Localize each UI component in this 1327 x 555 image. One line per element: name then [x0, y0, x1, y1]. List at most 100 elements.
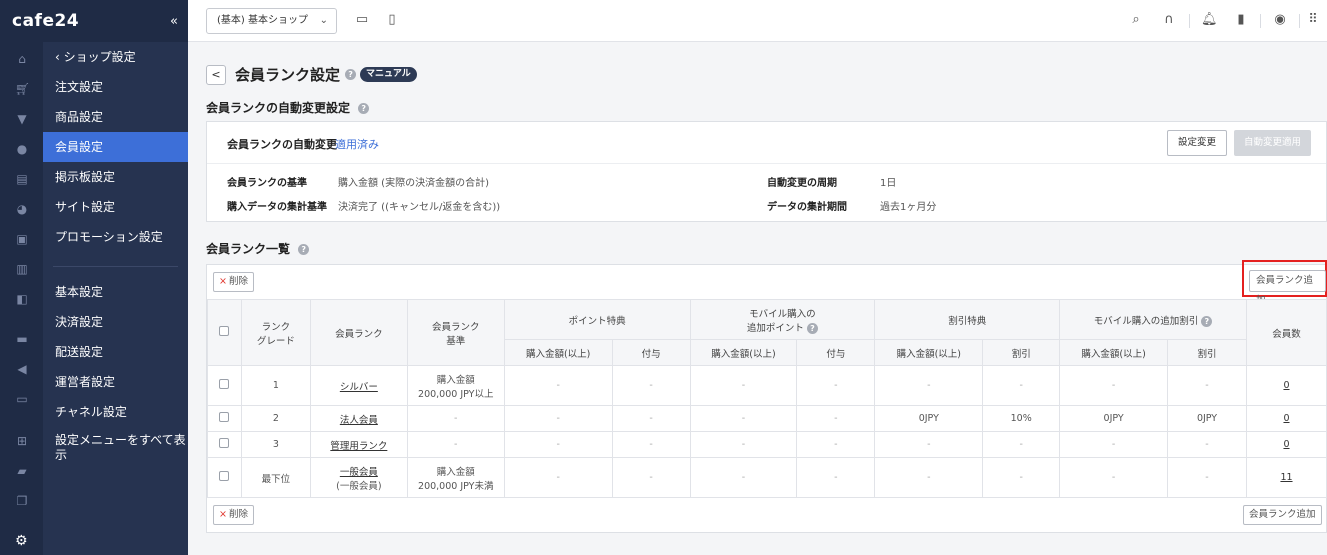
- megaphone-icon[interactable]: ◀: [15, 363, 29, 375]
- bookmark-icon[interactable]: ▮: [1234, 13, 1248, 27]
- search-icon[interactable]: ⌕: [1129, 13, 1143, 27]
- header-rank-name: 会員ランク: [309, 299, 408, 366]
- settings-menu: ‹ ショップ設定 注文設定 商品設定 会員設定 掲示板設定 サイト設定 プロモー…: [43, 42, 188, 471]
- store-icon[interactable]: ▭: [15, 393, 29, 405]
- shop-select[interactable]: (基本) 基本ショップ ⌄: [206, 8, 337, 34]
- cafe24-logo[interactable]: cafe24: [12, 11, 79, 31]
- copy-icon[interactable]: ❐: [15, 495, 29, 507]
- board-icon[interactable]: ▤: [15, 173, 29, 185]
- sidebar-item-promotion[interactable]: プロモーション設定: [43, 222, 188, 252]
- auto-apply-button[interactable]: 自動変更適用: [1234, 130, 1311, 156]
- cycle-value-text: 1日: [880, 178, 897, 189]
- cell: 10%: [982, 405, 1061, 432]
- sidebar-item-operator[interactable]: 運営者設定: [43, 367, 188, 397]
- cart-icon[interactable]: 🛒︎: [15, 83, 30, 95]
- member-count-link[interactable]: 11: [1280, 472, 1292, 483]
- help-icon[interactable]: ?: [298, 244, 310, 255]
- desktop-icon[interactable]: ▭: [355, 13, 369, 27]
- shirt-icon[interactable]: ▼: [15, 113, 29, 125]
- mobile-icon[interactable]: ▯: [385, 13, 399, 27]
- help-icon[interactable]: ?: [806, 322, 818, 334]
- help-icon[interactable]: ?: [345, 69, 357, 80]
- sidebar-item-site[interactable]: サイト設定: [43, 192, 188, 222]
- checkbox[interactable]: [219, 471, 230, 481]
- palette-icon[interactable]: ◕: [15, 203, 29, 215]
- chevron-down-icon: ⌄: [319, 15, 328, 26]
- headset-icon[interactable]: ∩: [1162, 13, 1176, 27]
- ad-icon[interactable]: ▣: [15, 233, 29, 245]
- checkbox[interactable]: [219, 326, 230, 336]
- manual-badge[interactable]: マニュアル: [360, 67, 417, 82]
- row-checkbox-cell[interactable]: [207, 431, 242, 458]
- checkbox[interactable]: [219, 412, 230, 422]
- member-count-link[interactable]: 0: [1283, 439, 1289, 450]
- sidebar-item-order[interactable]: 注文設定: [43, 72, 188, 102]
- chart-icon[interactable]: ▥: [15, 263, 29, 275]
- rank-name-link[interactable]: シルバー: [340, 382, 378, 393]
- home-icon[interactable]: ⌂: [15, 53, 29, 65]
- bag-icon[interactable]: ▬: [15, 333, 29, 345]
- setting-change-button[interactable]: 設定変更: [1167, 130, 1227, 156]
- top-bar: (基本) 基本ショップ ⌄ ▭ ▯ ⌕ ∩ 🔔︎ ▮ ◉ ⠿: [188, 0, 1327, 42]
- cell-grade: 3: [240, 431, 311, 458]
- help-icon[interactable]: ?: [1201, 315, 1213, 327]
- back-button[interactable]: <: [206, 64, 226, 85]
- sidebar-item-shipping[interactable]: 配送設定: [43, 337, 188, 367]
- member-count-link[interactable]: 0: [1283, 413, 1289, 424]
- auto-change-card: 会員ランクの自動変更 適用済み 設定変更 自動変更適用 会員ランクの基準 購入金…: [206, 121, 1327, 222]
- cell: 0JPY: [874, 405, 984, 432]
- checkbox[interactable]: [219, 438, 230, 448]
- sidebar-item-all-settings[interactable]: 設定メニューをすべて表示: [43, 427, 188, 471]
- gear-icon[interactable]: ⚙: [15, 533, 28, 549]
- header-discount: 割引特典: [874, 299, 1061, 340]
- row-checkbox-cell[interactable]: [207, 405, 242, 432]
- rank-name-link[interactable]: 法人会員: [340, 415, 378, 426]
- divider: [1299, 14, 1300, 28]
- back-to-shop-settings[interactable]: ‹ ショップ設定: [43, 42, 188, 72]
- period-label: データの集計期間: [767, 202, 847, 213]
- help-icon[interactable]: ?: [358, 103, 370, 114]
- sidebar-item-basic[interactable]: 基本設定: [43, 277, 188, 307]
- bell-icon[interactable]: 🔔︎: [1201, 13, 1218, 27]
- sidebar-item-member[interactable]: 会員設定: [43, 132, 188, 162]
- grid-plus-icon[interactable]: ⊞: [15, 435, 29, 447]
- folder-icon[interactable]: ▰: [15, 465, 29, 477]
- delete-button-top[interactable]: × 削除: [213, 272, 254, 292]
- row-checkbox-cell[interactable]: [207, 365, 242, 406]
- cell: -: [1167, 365, 1247, 406]
- row-checkbox-cell[interactable]: [207, 457, 242, 498]
- header-discount-purchase-min: 購入金額(以上): [874, 339, 984, 366]
- cell: -: [982, 365, 1061, 406]
- cell-basis: -: [406, 431, 505, 458]
- rank-name-link[interactable]: 一般会員: [311, 464, 407, 478]
- rank-grade-label: ランク グレード: [256, 321, 295, 347]
- header-point: ポイント特典: [503, 299, 691, 340]
- sidebar-item-payment[interactable]: 決済設定: [43, 307, 188, 337]
- basis-label: 会員ランクの基準: [227, 178, 307, 189]
- header-select-all[interactable]: [207, 299, 242, 366]
- double-chevron-left-icon[interactable]: «: [170, 14, 178, 29]
- sidebar-item-board[interactable]: 掲示板設定: [43, 162, 188, 192]
- app-icon[interactable]: ◧: [15, 293, 29, 305]
- basis-value: 購入金額 (実際の決済金額の合計): [338, 174, 489, 189]
- header-mdiscount-purchase-min: 購入金額(以上): [1059, 339, 1169, 366]
- member-count-link[interactable]: 0: [1283, 380, 1289, 391]
- add-rank-button-top[interactable]: 会員ランク追加: [1249, 270, 1326, 306]
- delete-button-bottom[interactable]: × 削除: [213, 505, 254, 525]
- user-icon[interactable]: ◉: [1273, 13, 1287, 27]
- cell-grade: 1: [240, 365, 311, 406]
- rank-name-link[interactable]: 管理用ランク: [330, 441, 387, 452]
- divider: [1189, 14, 1190, 28]
- table-row: 3 管理用ランク - - - - - - - - - 0: [207, 431, 1327, 458]
- cycle-row: 自動変更の周期: [767, 174, 837, 189]
- page-header: < 会員ランク設定 ? マニュアル: [206, 64, 417, 85]
- checkbox[interactable]: [219, 379, 230, 389]
- cell-member-count: 0: [1245, 431, 1327, 458]
- divider: [1260, 14, 1261, 28]
- sidebar-item-product[interactable]: 商品設定: [43, 102, 188, 132]
- apps-grid-icon[interactable]: ⠿: [1306, 13, 1320, 27]
- person-icon[interactable]: ●: [15, 143, 29, 155]
- aggregation-value-text: 決済完了 ((キャンセル/返金を含む)): [338, 202, 501, 213]
- add-rank-button-bottom[interactable]: 会員ランク追加: [1243, 505, 1322, 525]
- sidebar-item-channel[interactable]: チャネル設定: [43, 397, 188, 427]
